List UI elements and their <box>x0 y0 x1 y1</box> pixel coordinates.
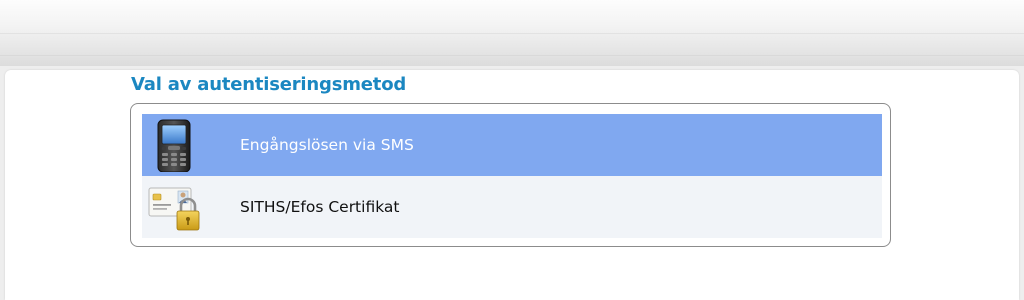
certificate-card-lock-icon <box>148 187 200 231</box>
auth-method-label: SITHS/Efos Certifikat <box>240 198 400 216</box>
page-title: Val av autentiseringsmetod <box>131 74 407 95</box>
top-header-band <box>0 0 1024 66</box>
auth-method-label: Engångslösen via SMS <box>240 136 414 154</box>
auth-method-siths[interactable]: SITHS/Efos Certifikat <box>142 176 882 238</box>
header-divider <box>0 55 1024 56</box>
auth-method-sms[interactable]: Engångslösen via SMS <box>142 114 882 176</box>
mobile-phone-icon <box>157 119 191 172</box>
header-divider <box>0 33 1024 34</box>
